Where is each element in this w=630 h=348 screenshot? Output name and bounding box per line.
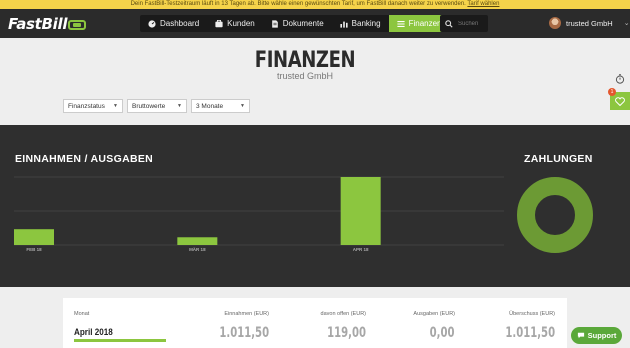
x-tick-label: APR 18 bbox=[353, 247, 369, 252]
row-surplus: 1.011,50 bbox=[505, 325, 555, 341]
favorites-button[interactable]: 1 bbox=[608, 88, 630, 110]
chart-section: EINNAHMEN / AUSGABEN ZAHLUNGEN FEB 18 MÄR… bbox=[0, 125, 630, 287]
bar-3[interactable] bbox=[340, 177, 381, 245]
status-select-value: Finanzstatus bbox=[68, 102, 105, 110]
summary-section: Monat Einnahmen (EUR) davon offen (EUR) … bbox=[0, 287, 630, 348]
choose-plan-link[interactable]: Tarif wählen bbox=[467, 1, 499, 7]
support-button[interactable]: Support bbox=[571, 327, 622, 344]
search-box bbox=[440, 15, 488, 32]
trial-banner: Dein FastBill-Testzeitraum läuft in 13 T… bbox=[0, 0, 630, 9]
stopwatch-icon bbox=[615, 74, 625, 84]
chevron-down-icon: ▼ bbox=[113, 103, 118, 109]
x-tick-label: FEB 18 bbox=[26, 247, 42, 252]
customers-icon bbox=[215, 19, 223, 27]
logo-mark-icon bbox=[68, 20, 87, 30]
bar-2[interactable] bbox=[177, 237, 218, 245]
column-header-income: Einnahmen (EUR) bbox=[224, 311, 269, 317]
page-title: FINANZEN bbox=[254, 48, 356, 73]
summary-table: Monat Einnahmen (EUR) davon offen (EUR) … bbox=[63, 298, 567, 348]
row-open: 119,00 bbox=[327, 325, 366, 341]
row-month[interactable]: April 2018 bbox=[74, 327, 113, 337]
gross-net-select[interactable]: Bruttowerte ▼ bbox=[127, 99, 187, 113]
main-nav: Dashboard Kunden Dokumente Banking Finan… bbox=[140, 15, 450, 32]
column-header-surplus: Überschuss (EUR) bbox=[509, 311, 555, 317]
timer-button[interactable] bbox=[610, 70, 630, 88]
trial-banner-text: Dein FastBill-Testzeitraum läuft in 13 T… bbox=[130, 1, 466, 7]
nav-dokumente-label: Dokumente bbox=[282, 19, 324, 28]
nav-banking-label: Banking bbox=[351, 19, 381, 28]
dashboard-icon bbox=[148, 19, 156, 28]
nav-dokumente[interactable]: Dokumente bbox=[263, 15, 332, 32]
fastbill-logo[interactable]: FastBill bbox=[8, 15, 87, 33]
notification-badge: 1 bbox=[608, 88, 616, 96]
filter-bar: Finanzstatus ▼ Bruttowerte ▼ 3 Monate ▼ bbox=[63, 99, 250, 113]
column-header-open: davon offen (EUR) bbox=[320, 311, 366, 317]
user-menu[interactable]: trusted GmbH ⌄ bbox=[549, 17, 630, 29]
row-income: 1.011,50 bbox=[219, 325, 269, 341]
period-select[interactable]: 3 Monate ▼ bbox=[191, 99, 250, 113]
nav-kunden-label: Kunden bbox=[227, 19, 255, 28]
user-name: trusted GmbH bbox=[566, 18, 613, 28]
payments-donut-chart bbox=[517, 177, 593, 253]
avatar bbox=[549, 17, 561, 29]
nav-kunden[interactable]: Kunden bbox=[207, 15, 263, 32]
chat-bubble-icon bbox=[577, 332, 584, 339]
x-tick-label: MÄR 18 bbox=[189, 246, 206, 252]
row-expenses: 0,00 bbox=[430, 325, 455, 341]
top-navigation-bar: FastBill Dashboard Kunden Dokumente Bank… bbox=[0, 9, 630, 38]
logo-text: FastBill bbox=[8, 15, 68, 33]
search-input[interactable] bbox=[458, 20, 486, 27]
nav-finanzen-label: Finanzen bbox=[408, 19, 442, 28]
search-icon[interactable] bbox=[445, 19, 453, 28]
period-select-value: 3 Monate bbox=[196, 102, 224, 110]
nav-banking[interactable]: Banking bbox=[332, 15, 389, 32]
chevron-down-icon: ▼ bbox=[240, 103, 245, 109]
gross-net-select-value: Bruttowerte bbox=[132, 102, 166, 110]
chevron-down-icon: ⌄ bbox=[623, 20, 630, 27]
donut-slice[interactable] bbox=[517, 177, 593, 253]
column-header-month: Monat bbox=[74, 311, 90, 317]
document-icon bbox=[271, 19, 278, 28]
bar-chart-icon bbox=[340, 21, 348, 28]
bar-1[interactable] bbox=[14, 229, 54, 245]
finance-icon bbox=[396, 20, 405, 27]
status-select[interactable]: Finanzstatus ▼ bbox=[63, 99, 123, 113]
column-header-expenses: Ausgaben (EUR) bbox=[413, 311, 455, 317]
support-label: Support bbox=[587, 331, 617, 340]
chevron-down-icon: ▼ bbox=[177, 103, 182, 109]
heart-icon bbox=[615, 96, 625, 106]
nav-dashboard[interactable]: Dashboard bbox=[140, 15, 207, 32]
nav-dashboard-label: Dashboard bbox=[160, 19, 200, 28]
